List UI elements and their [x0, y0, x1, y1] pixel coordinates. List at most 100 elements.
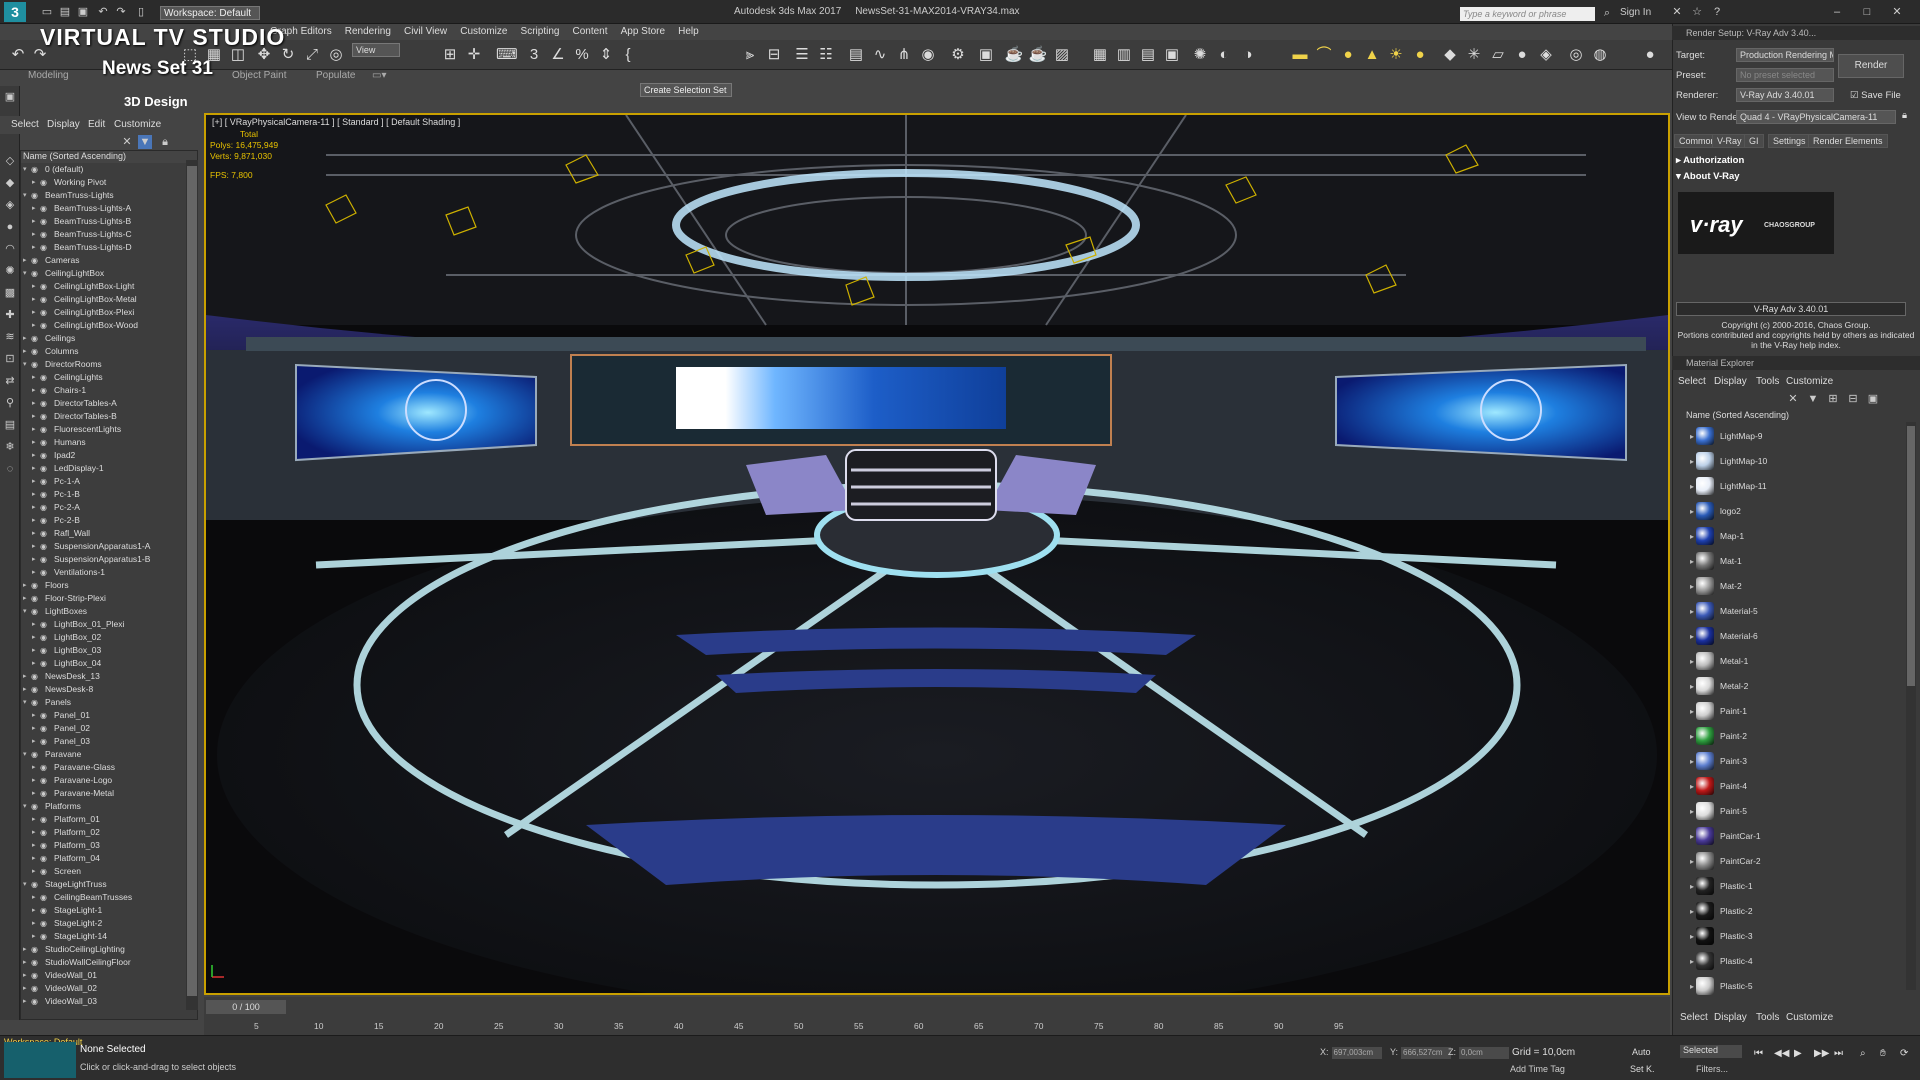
me-menu-tools[interactable]: Tools: [1756, 376, 1779, 387]
scene-menu-edit[interactable]: Edit: [88, 119, 105, 130]
scene-tree-item[interactable]: ▸ ◉ Panel_03: [21, 735, 197, 748]
geometry-filter-icon[interactable]: ●: [3, 220, 17, 234]
scene-tree-item[interactable]: ▸ ◉ Panel_01: [21, 709, 197, 722]
visibility-eye-icon[interactable]: ◉: [40, 540, 54, 553]
scene-tree-item[interactable]: ▸ ◉ Platform_02: [21, 826, 197, 839]
scene-tree-item[interactable]: ▸ ◉ CeilingLightBox-Plexi: [21, 306, 197, 319]
visibility-eye-icon[interactable]: ◉: [31, 696, 45, 709]
expand-arrow-icon[interactable]: ▸: [23, 670, 31, 683]
material-item[interactable]: ▸ Map-1: [1674, 524, 1906, 549]
minimize-icon[interactable]: –: [1830, 5, 1844, 19]
tab-settings[interactable]: Settings: [1768, 134, 1811, 148]
material-item[interactable]: ▸ Plastic-2: [1674, 899, 1906, 924]
expand-arrow-icon[interactable]: ▸: [23, 332, 31, 345]
scene-tree-item[interactable]: ▸ ◉ Platform_04: [21, 852, 197, 865]
visibility-eye-icon[interactable]: ◉: [40, 787, 54, 800]
visibility-eye-icon[interactable]: ◉: [40, 865, 54, 878]
undo-toolbar-icon[interactable]: ↶: [8, 45, 28, 65]
tab-render-elements[interactable]: Render Elements: [1808, 134, 1888, 148]
expand-arrow-icon[interactable]: ▸: [32, 774, 40, 787]
scene-tree-item[interactable]: ▸ ◉ Ipad2: [21, 449, 197, 462]
scene-tree-item[interactable]: ▸ ◉ StudioCeilingLighting: [21, 943, 197, 956]
visibility-eye-icon[interactable]: ◉: [40, 917, 54, 930]
scene-tree-item[interactable]: ▸ ◉ Chairs-1: [21, 384, 197, 397]
expand-arrow-icon[interactable]: ▸: [1690, 582, 1694, 591]
expand-arrow-icon[interactable]: ▸: [1690, 882, 1694, 891]
material-item[interactable]: ▸ Material-5: [1674, 599, 1906, 624]
snaps-toggle-icon[interactable]: 3: [524, 45, 544, 65]
expand-arrow-icon[interactable]: ▸: [32, 319, 40, 332]
expand-arrow-icon[interactable]: ▸: [1690, 557, 1694, 566]
me-menu-select[interactable]: Select: [1678, 376, 1706, 387]
viewport-label[interactable]: [+] [ VRayPhysicalCamera-11 ] [ Standard…: [212, 117, 460, 127]
align-icon[interactable]: ⊟: [764, 45, 784, 65]
expand-arrow-icon[interactable]: ▸: [1690, 782, 1694, 791]
scene-tree-item[interactable]: ▸ ◉ Pc-1-A: [21, 475, 197, 488]
expand-arrow-icon[interactable]: ▸: [23, 345, 31, 358]
visibility-eye-icon[interactable]: ◉: [31, 995, 45, 1008]
vray-ies-light-icon[interactable]: ●: [1410, 45, 1430, 65]
tab-populate[interactable]: Populate: [316, 70, 355, 81]
expand-arrow-icon[interactable]: ▸: [32, 709, 40, 722]
me-options-icon[interactable]: ▣: [1866, 392, 1880, 406]
undo-icon[interactable]: ↶: [96, 5, 110, 19]
visibility-eye-icon[interactable]: ◉: [31, 163, 45, 176]
schematic-view-icon[interactable]: ⋔: [894, 45, 914, 65]
expand-arrow-icon[interactable]: ▸: [32, 488, 40, 501]
expand-arrow-icon[interactable]: ▸: [1690, 482, 1694, 491]
expand-arrow-icon[interactable]: ▸: [32, 527, 40, 540]
vray-proxy-icon[interactable]: ◆: [1440, 45, 1460, 65]
visibility-eye-icon[interactable]: ◉: [31, 592, 45, 605]
scene-tree-item[interactable]: ▸ ◉ SuspensionApparatus1-A: [21, 540, 197, 553]
expand-arrow-icon[interactable]: ▸: [32, 215, 40, 228]
me-sort-icon[interactable]: ⊟: [1846, 392, 1860, 406]
visibility-eye-icon[interactable]: ◉: [40, 527, 54, 540]
maxscript-listener-icon[interactable]: [4, 1042, 76, 1078]
visibility-eye-icon[interactable]: ◉: [40, 306, 54, 319]
search-icon[interactable]: ⌕: [1600, 6, 1614, 20]
material-item[interactable]: ▸ logo2: [1674, 499, 1906, 524]
lights-filter-icon[interactable]: ✺: [3, 264, 17, 278]
visibility-eye-icon[interactable]: ◉: [31, 332, 45, 345]
collapse-arrow-icon[interactable]: ▾: [23, 605, 31, 618]
visibility-eye-icon[interactable]: ◉: [40, 410, 54, 423]
space-warps-filter-icon[interactable]: ≋: [3, 330, 17, 344]
visibility-eye-icon[interactable]: ◉: [40, 735, 54, 748]
select-manipulate-icon[interactable]: ✛: [464, 45, 484, 65]
menu-customize[interactable]: Customize: [460, 26, 507, 37]
scene-tree-item[interactable]: ▸ ◉ StageLight-14: [21, 930, 197, 943]
go-to-end-icon[interactable]: ⏭: [1834, 1048, 1843, 1059]
scene-tree-item[interactable]: ▸ ◉ NewsDesk_13: [21, 670, 197, 683]
render-production-icon[interactable]: ☕: [1004, 45, 1024, 65]
vray-mesh-light-icon[interactable]: ▲: [1362, 45, 1382, 65]
menu-scripting[interactable]: Scripting: [521, 26, 560, 37]
exchange-icon[interactable]: ✕: [1670, 5, 1684, 19]
display-invert-icon[interactable]: ◈: [3, 198, 17, 212]
bones-filter-icon[interactable]: ⚲: [3, 396, 17, 410]
visibility-eye-icon[interactable]: ◉: [40, 241, 54, 254]
visibility-eye-icon[interactable]: ◉: [40, 319, 54, 332]
visibility-eye-icon[interactable]: ◉: [40, 228, 54, 241]
expand-arrow-icon[interactable]: ▸: [32, 280, 40, 293]
expand-arrow-icon[interactable]: ▸: [1690, 532, 1694, 541]
visibility-eye-icon[interactable]: ◉: [40, 436, 54, 449]
scene-tree-item[interactable]: ▾ ◉ LightBoxes: [21, 605, 197, 618]
vray-material-icon[interactable]: ◎: [1566, 45, 1586, 65]
expand-arrow-icon[interactable]: ▸: [23, 995, 31, 1008]
visibility-eye-icon[interactable]: ◉: [31, 345, 45, 358]
scene-tree-column-header[interactable]: Name (Sorted Ascending): [21, 151, 197, 163]
scene-tree-item[interactable]: ▸ ◉ CeilingLightBox-Light: [21, 280, 197, 293]
material-item[interactable]: ▸ Paint-1: [1674, 699, 1906, 724]
material-item[interactable]: ▸ LightMap-11: [1674, 474, 1906, 499]
render-button[interactable]: Render: [1838, 54, 1904, 78]
visibility-eye-icon[interactable]: ◉: [40, 462, 54, 475]
collapse-arrow-icon[interactable]: ▾: [23, 748, 31, 761]
visibility-eye-icon[interactable]: ◉: [40, 774, 54, 787]
vray-help-icon[interactable]: ●: [1640, 45, 1660, 65]
expand-arrow-icon[interactable]: ▸: [32, 904, 40, 917]
curve-editor-icon[interactable]: ∿: [870, 45, 890, 65]
expand-arrow-icon[interactable]: ▸: [32, 631, 40, 644]
scene-tree-item[interactable]: ▸ ◉ CeilingBeamTrusses: [21, 891, 197, 904]
me-bottom-display[interactable]: Display: [1714, 1012, 1747, 1023]
expand-arrow-icon[interactable]: ▸: [32, 449, 40, 462]
